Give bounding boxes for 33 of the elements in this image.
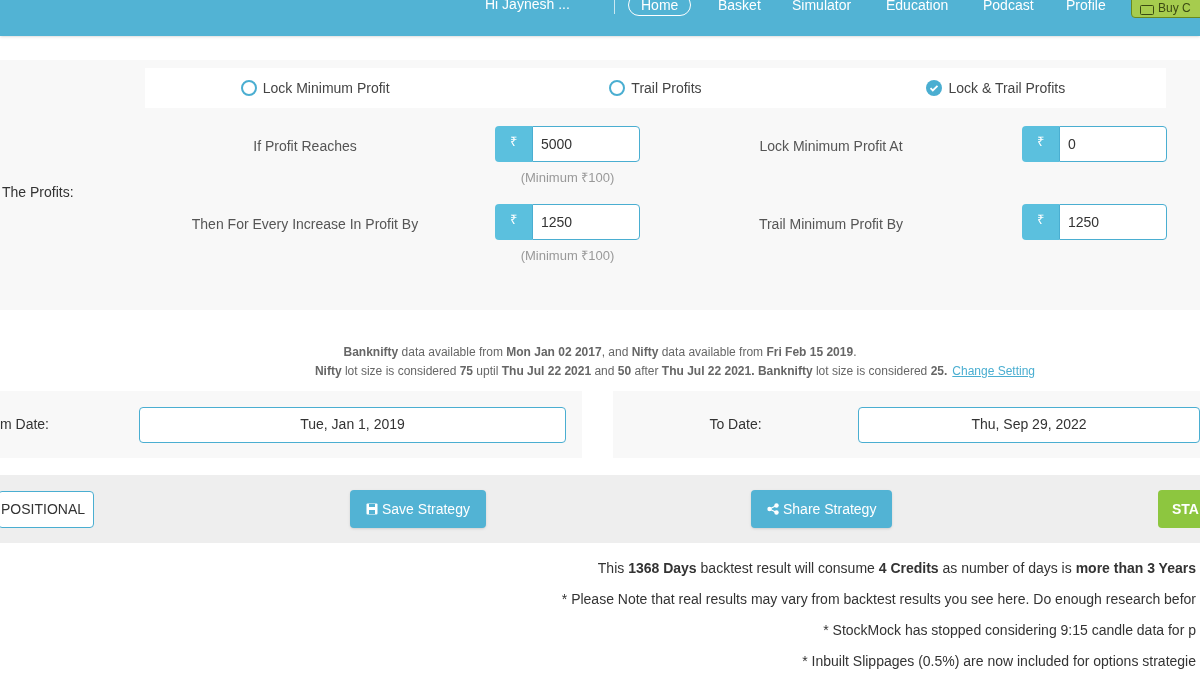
wallet-icon [1140, 5, 1154, 15]
note-text: This 1368 Days backtest result will consume 4 Credits as number of days is more than 3 Years [597, 559, 1196, 578]
field-label: Lock Minimum Profit At [758, 137, 904, 156]
minimum-hint: (Minimum ₹100) [519, 247, 616, 265]
field-label: Trail Minimum Profit By [757, 215, 905, 234]
note-text: * Inbuilt Slippages (0.5%) are now included for options strategie [802, 652, 1196, 671]
currency-addon: ₹ [495, 126, 532, 162]
date-label: m Date: [0, 415, 50, 434]
lot-size-text: Nifty lot size is considered 75 uptil Thu Jul 22 2021 and 50 after Thu Jul 22 2021. Banknifty lot size is considered 25. [314, 363, 948, 380]
buy-button[interactable]: Buy C [1131, 0, 1200, 18]
amount-field[interactable]: 5000 [532, 126, 640, 162]
radio-option[interactable]: Lock Minimum Profit [145, 77, 486, 99]
currency-addon: ₹ [495, 204, 532, 240]
radio-option[interactable]: Trail Profits [485, 77, 826, 99]
mode-button[interactable]: POSITIONAL [0, 491, 95, 528]
share-icon [767, 503, 779, 515]
amount-field[interactable]: 1250 [1059, 204, 1167, 240]
date-label: To Date: [708, 415, 763, 434]
currency-addon: ₹ [1022, 204, 1059, 240]
data-availability-text: Banknifty data available from Mon Jan 02 2017, and Nifty data available from Fri Feb 15 2019. [343, 344, 857, 361]
note-text: * Please Note that real results may vary from backtest results you see here. Do enough research befor [561, 590, 1196, 609]
save-icon [366, 503, 378, 515]
radio-option[interactable]: Lock & Trail Profits [825, 77, 1166, 99]
note-text: * StockMock has stopped considering 9:15 candle data for p [823, 621, 1196, 640]
date-field[interactable]: Tue, Jan 1, 2019 [139, 406, 566, 443]
currency-addon: ₹ [1022, 126, 1059, 162]
section-label: The Profits: [2, 183, 74, 202]
amount-field[interactable]: 1250 [532, 204, 640, 240]
minimum-hint: (Minimum ₹100) [519, 169, 616, 187]
date-field[interactable]: Thu, Sep 29, 2022 [858, 406, 1200, 443]
amount-field[interactable]: 0 [1059, 126, 1167, 162]
field-label: Then For Every Increase In Profit By [190, 215, 420, 234]
field-label: If Profit Reaches [252, 137, 358, 156]
